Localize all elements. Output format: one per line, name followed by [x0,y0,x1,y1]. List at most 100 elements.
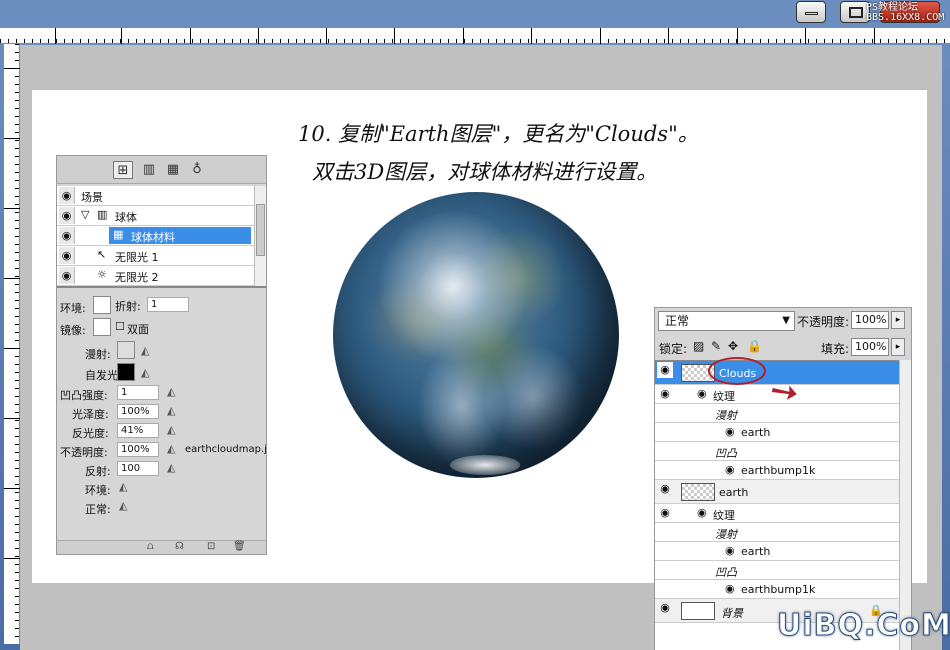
vertical-ruler[interactable] [4,44,20,644]
opacity-map-name: earthcloudmap.j [185,444,267,455]
eye-icon[interactable]: ◉ [725,582,735,595]
eye-icon[interactable]: ◉ [725,425,735,438]
layer-row-diffuse: 漫射 [655,523,899,542]
texture-folder-icon[interactable]: ◭ [119,480,127,493]
texture-folder-icon[interactable]: ◭ [141,344,149,357]
texture-folder-icon[interactable]: ◭ [167,461,175,474]
watermark-top: PS教程论坛 BBS.16XX8.COM [866,2,945,23]
layers-panel: 正常 ▼ 不透明度: 100% ▸ 锁定: ▨ ✎ ✥ 🔒 填充: 100% ▸… [654,307,912,650]
eye-icon[interactable]: ◉ [657,505,673,521]
blend-mode-select[interactable]: 正常 ▼ [658,311,795,331]
scene-scrollbar[interactable] [254,186,266,286]
layer-row-texture-bump[interactable]: ◉ earthbump1k [655,580,899,599]
eye-icon[interactable]: ◉ [59,187,75,204]
eye-icon[interactable]: ◉ [725,463,735,476]
layer-row-texture-bump[interactable]: ◉ earthbump1k [655,461,899,480]
eye-icon[interactable]: ◉ [59,267,75,284]
shine-input[interactable]: 41% [117,423,159,438]
lock-pixels-icon[interactable]: ✎ [711,339,721,353]
diffuse-label: 漫射: [85,348,111,361]
eye-icon[interactable]: ◉ [59,247,75,264]
handwritten-note-line1: 10. 复制"Earth图层"，更名为"Clouds"。 [298,122,699,146]
scene-item-scene[interactable]: ◉ 场景 [57,186,254,206]
infinite-light-icon: ↖ [97,248,107,261]
earth-highlight [450,455,520,475]
horizontal-ruler[interactable] [0,28,950,44]
opacity-slider-button[interactable]: ▸ [891,311,905,329]
minimize-icon [805,12,818,15]
texture-folder-icon[interactable]: ◭ [119,499,127,512]
self-illum-swatch[interactable] [117,363,135,381]
eye-icon[interactable]: ◉ [657,600,673,616]
layer-row-bump: 凹凸 [655,561,899,580]
layer-thumbnail [681,483,715,501]
shine-label: 反光度: [72,427,109,440]
lock-label: 锁定: [659,342,688,356]
eye-icon[interactable]: ◉ [59,227,75,244]
fill-slider-button[interactable]: ▸ [891,338,905,356]
ground-plane-icon[interactable]: ☊ [175,541,184,552]
bump-input[interactable]: 1 [117,385,159,400]
gloss-input[interactable]: 100% [117,404,159,419]
lock-position-icon[interactable]: ✥ [728,339,738,353]
texture-folder-icon[interactable]: ◭ [167,385,175,398]
new-light-icon[interactable]: ⊡ [207,541,215,552]
double-sided-checkbox[interactable]: ☐ [115,320,125,333]
opacity-label: 不透明度: [60,446,108,459]
delete-icon[interactable]: 🗑 [233,541,246,552]
eye-icon[interactable]: ◉ [697,387,707,400]
mirror-label: 镜像: [60,324,86,337]
eye-icon[interactable]: ◉ [59,207,75,224]
mesh-icon[interactable]: ▥ [139,161,159,179]
minimize-button[interactable] [796,1,826,23]
eye-icon[interactable]: ◉ [697,506,707,519]
ambient-swatch[interactable] [93,296,111,314]
texture-folder-icon[interactable]: ◭ [167,404,175,417]
layer-opacity-input[interactable]: 100% [851,311,889,329]
scene-item-material[interactable]: ◉ ▦ 球体材料 [57,226,254,246]
eye-icon[interactable]: ◉ [657,481,673,497]
layer-row-texture-group[interactable]: ◉ ◉ 纹理 [655,504,899,523]
gloss-label: 光泽度: [72,408,109,421]
eye-icon[interactable]: ◉ [657,362,673,378]
annotation-circle [708,357,766,385]
eye-icon[interactable]: ◉ [725,544,735,557]
scene-icon[interactable]: ⊞ [113,161,133,179]
refraction-input[interactable]: 1 [147,297,189,312]
layers-scrollbar[interactable] [899,360,911,650]
texture-folder-icon[interactable]: ◭ [141,366,149,379]
layer-row-texture-earth[interactable]: ◉ earth [655,542,899,561]
scene-tree: ◉ 场景 ◉ ▽ ▥ 球体 ◉ ▦ 球体材料 ◉ ↖ 无限光 1 ◉ ☼ 无限光… [57,186,266,288]
app-window: PS教程论坛 BBS.16XX8.COM 10. 复制"Earth图层"，更名为… [0,0,950,650]
texture-folder-icon[interactable]: ◭ [167,423,175,436]
earth-sphere-3d[interactable] [333,192,619,478]
scene-item-mesh[interactable]: ◉ ▽ ▥ 球体 [57,206,254,226]
light-icon[interactable]: ♁ [187,161,207,179]
mirror-swatch[interactable] [93,318,111,336]
opacity-input[interactable]: 100% [117,442,159,457]
reflect-input[interactable]: 100 [117,461,159,476]
fill-input[interactable]: 100% [851,338,889,356]
3d-panel-tabs: ⊞ ▥ ▦ ♁ [57,156,266,184]
layer-row-texture-earth[interactable]: ◉ earth [655,423,899,442]
lock-transparent-icon[interactable]: ▨ [693,339,704,353]
scene-item-light-1[interactable]: ◉ ↖ 无限光 1 [57,246,254,266]
title-bar: PS教程论坛 BBS.16XX8.COM [0,0,950,28]
reflect-label: 反射: [85,465,111,478]
render-settings-icon[interactable]: ⩍ [147,541,154,552]
expand-triangle-icon[interactable]: ▽ [81,208,89,221]
mesh-icon: ▥ [97,208,108,221]
lock-all-icon[interactable]: 🔒 [747,339,762,353]
handwritten-note-line2: 双击3D图层，对球体材料进行设置。 [312,160,658,184]
material-icon[interactable]: ▦ [163,161,183,179]
ambient-label: 环境: [60,302,86,315]
layer-row-bump: 凹凸 [655,442,899,461]
scene-item-light-2[interactable]: ◉ ☼ 无限光 2 [57,266,254,286]
eye-icon[interactable]: ◉ [657,386,673,402]
diffuse-swatch[interactable] [117,341,135,359]
bump-label: 凹凸强度: [60,389,108,402]
fill-label: 填充: [821,342,850,356]
normal-label: 正常: [85,503,111,516]
layer-row-earth[interactable]: ◉ earth [655,480,899,504]
texture-folder-icon[interactable]: ◭ [167,442,175,455]
